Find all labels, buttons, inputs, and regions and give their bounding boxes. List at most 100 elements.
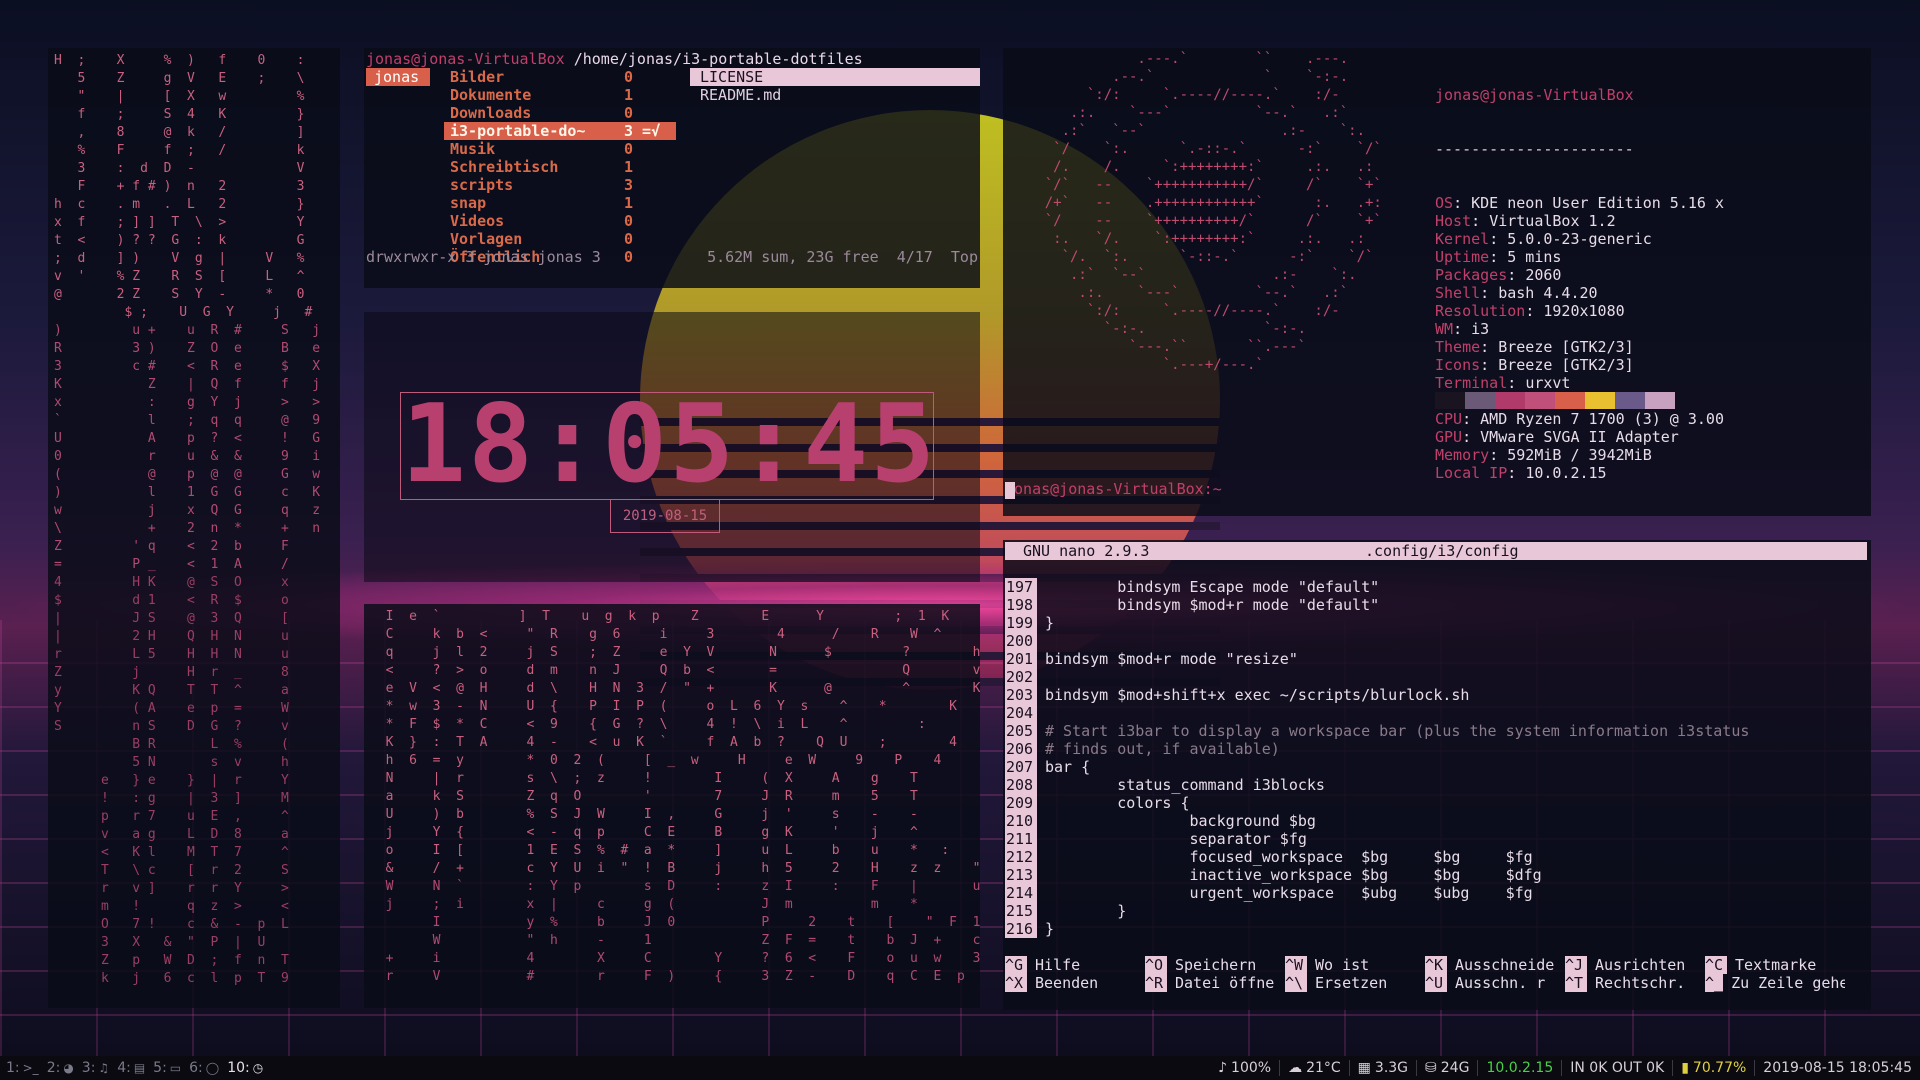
ranger-dir-count: 1 [624,194,634,212]
matrix-row: 0 r u & & 9 i [54,449,321,464]
workspace-button[interactable]: 5: ▭ [151,1060,187,1076]
neofetch-row: Memory: 592MiB / 3942MiB [1435,446,1724,464]
line-text: focused_workspace $bg $bg $fg [1045,848,1533,866]
nano-line: 215 } [1005,902,1749,920]
matrix-row: R 3 ) Z O e B e [54,341,321,356]
terminal-cursor [1005,482,1015,499]
workspace-button[interactable]: 3: ♫ [80,1060,115,1076]
neofetch-value: 2060 [1525,266,1562,284]
nano-line: 205 # Start i3bar to display a workspace … [1005,722,1749,740]
disk-block[interactable]: ⛁ 24G [1416,1060,1477,1076]
ranger-parent-column: jonas [366,68,430,86]
nano-shortcut[interactable]: ^C Textmarke [1705,956,1845,974]
shortcut-key: ^G [1005,956,1027,974]
memory-block[interactable]: ▦ 3.3G [1348,1060,1416,1076]
ranger-dir-item[interactable]: Bilder 0 [444,68,676,86]
workspace-number: 3: [81,1060,96,1076]
shortcut-label: Ausschneide [1455,956,1555,974]
clock-icon: ◷ [252,1061,264,1075]
matrix-row: ; d ] ) V g | V % [54,251,305,266]
ranger-dir-item[interactable]: snap 1 [444,194,676,212]
neofetch-key: OS [1435,194,1454,212]
cmatrix-window-left[interactable]: H ; X % ) f 0 : 5 Z g V E ; \ " | [ X w … [48,48,340,1008]
workspace-button[interactable]: 10: ◷ [225,1060,269,1076]
neofetch-info: jonas@jonas-VirtualBox -----------------… [1435,50,1724,516]
neofetch-value: KDE neon User Edition 5.16 x [1471,194,1724,212]
nano-line: 203 bindsym $mod+shift+x exec ~/scripts/b… [1005,686,1749,704]
neofetch-value: Breeze [GTK2/3] [1498,338,1634,356]
shortcut-key: ^T [1565,974,1587,992]
ranger-dir-count: 0 [624,104,634,122]
ranger-dir-item[interactable]: Videos 0 [444,212,676,230]
matrix-row: Z j H r _ 8 [54,665,321,680]
neofetch-row: Uptime: 5 mins [1435,248,1724,266]
ranger-path-bar: jonas@jonas-VirtualBox /home/jonas/i3-po… [366,50,863,68]
matrix-row: ( @ p @ @ G w [54,467,321,482]
ranger-dir-item[interactable]: i3-portable-do~ 3 =√ [444,122,676,140]
matrix-row: v ' % Z R S [ L ^ [54,269,305,284]
workspace-button[interactable]: 2: ◕ [45,1060,80,1076]
neofetch-value: 5 mins [1507,248,1562,266]
ranger-file-item[interactable]: README.md√ [690,86,980,104]
nano-shortcut[interactable]: ^T Rechtschr. [1565,974,1705,992]
line-text: bindsym $mod+shift+x exec ~/scripts/blur… [1045,686,1470,704]
volume-value: 100% [1231,1060,1272,1076]
matrix-row: W N ` : Y p s D : z I : F | u [370,879,980,894]
cmatrix-window-right[interactable]: I e ` ] T u g k p Z E Y ; 1 K Y \ } C k … [364,604,980,1008]
color-swatch [1615,392,1645,409]
nano-shortcut[interactable]: ^U Ausschn. r [1425,974,1565,992]
matrix-row: r L 5 H H N u [54,647,321,662]
nano-line: 199} [1005,614,1749,632]
matrix-row: ` l ; q q @ 9 [54,413,321,428]
nano-shortcut[interactable]: ^O Speichern [1145,956,1285,974]
nano-editor[interactable]: GNU nano 2.9.3 .config/i3/config 197 bin… [1003,540,1871,1010]
ip-block[interactable]: 10.0.2.15 [1477,1060,1561,1076]
neofetch-row: GPU: VMware SVGA II Adapter [1435,428,1724,446]
ascii-line: .:. `---` `--.` .:` [1011,105,1349,121]
volume-block[interactable]: ♪ 100% [1210,1060,1279,1076]
ranger-dir-item[interactable]: Vorlagen 0 [444,230,676,248]
nano-line: 198 bindsym $mod+r mode "default" [1005,596,1749,614]
nano-line: 208 status_command i3blocks [1005,776,1749,794]
nano-shortcut[interactable]: ^\ Ersetzen [1285,974,1425,992]
ranger-file-manager[interactable]: jonas@jonas-VirtualBox /home/jonas/i3-po… [364,48,980,288]
line-text: } [1045,614,1055,632]
neofetch-key: Packages [1435,266,1508,284]
matrix-row: r V # r F ) { 3 Z - D q C E p L [370,969,980,984]
ranger-dir-item[interactable]: Dokumente 1 [444,86,676,104]
workspace-button[interactable]: 1: >_ [4,1060,45,1076]
workspace-button[interactable]: 6: ◯ [187,1060,225,1076]
workspace-button[interactable]: 4: ▤ [115,1060,151,1076]
neofetch-colon: : [1489,446,1508,464]
prompt-host: jonas@jonas-VirtualBox:~ [1005,480,1222,498]
nano-shortcut[interactable]: ^J Ausrichten [1565,956,1705,974]
ranger-dir-item[interactable]: Downloads 0 [444,104,676,122]
nano-shortcut[interactable]: ^_ Zu Zeile gehe [1705,974,1845,992]
nano-shortcut[interactable]: ^W Wo ist [1285,956,1425,974]
nano-shortcut[interactable]: ^G Hilfe [1005,956,1145,974]
line-text [1037,704,1045,722]
ranger-dir-item[interactable]: Schreibtisch 1 [444,158,676,176]
battery-block[interactable]: ▮ 70.77% [1672,1060,1754,1076]
nano-shortcut[interactable]: ^X Beenden [1005,974,1145,992]
nano-line: 201 bindsym $mod+r mode "resize" [1005,650,1749,668]
datetime-block[interactable]: 2019-08-15 18:05:45 [1754,1060,1920,1076]
nano-shortcut[interactable]: ^K Ausschneide [1425,956,1565,974]
line-number: 201 [1005,650,1037,668]
matrix-row: x f ; ] ] T \ > Y [54,215,305,230]
i3blocks: ♪ 100% ☁ 21°C ▦ 3.3G ⛁ 24G 10.0.2.15 IN 0K O… [1210,1060,1920,1076]
ranger-dir-name: Downloads [450,104,532,122]
shortcut-key: ^C [1705,956,1727,974]
weather-block[interactable]: ☁ 21°C [1279,1060,1349,1076]
ranger-parent-dir[interactable]: jonas [366,68,430,86]
matrix-row: v a g L D 8 a [54,827,321,842]
ranger-file-item[interactable]: LICENSE√ [690,68,980,86]
ranger-preview-column: LICENSE√README.md√ [690,68,980,104]
ranger-dir-item[interactable]: Musik 0 [444,140,676,158]
nano-shortcut[interactable]: ^R Datei öffne [1145,974,1285,992]
neofetch-terminal[interactable]: .---.` `` .---. .--.` ` `-:-. `:/: `.---… [1003,48,1871,516]
network-block[interactable]: IN 0K OUT 0K [1561,1060,1672,1076]
nano-text-area[interactable]: 197 bindsym Escape mode "default" 198 bin… [1005,578,1749,938]
ranger-dir-item[interactable]: scripts 3 [444,176,676,194]
line-number: 211 [1005,830,1037,848]
